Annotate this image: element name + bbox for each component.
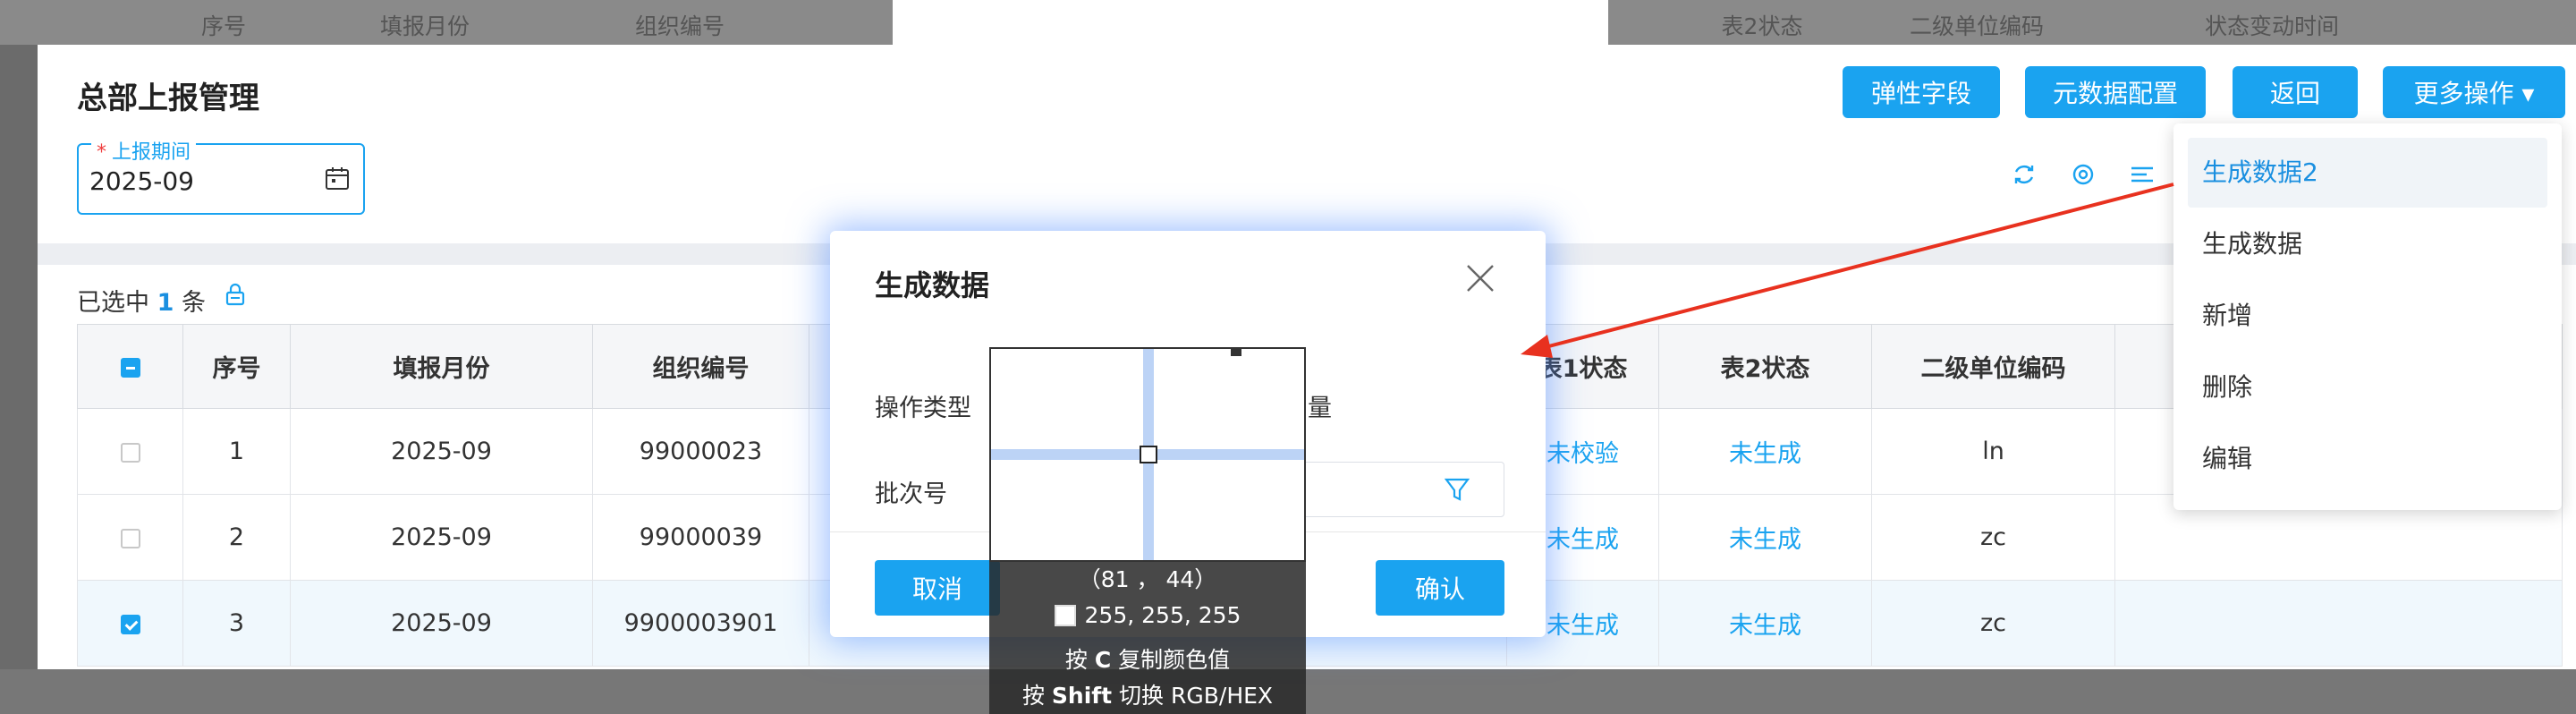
bg-white-block (893, 0, 1608, 45)
column-header[interactable]: 二级单位编码 (1871, 324, 2115, 409)
back-button[interactable]: 返回 (2233, 66, 2358, 118)
picker-hint-copy: 按 C 复制颜色值 (989, 642, 1306, 678)
bg-header-cell: 表2状态 (1721, 13, 1803, 39)
settings-icon[interactable] (2070, 161, 2097, 188)
close-icon[interactable] (1465, 263, 1496, 293)
menu-item-edit[interactable]: 编辑 (2188, 424, 2547, 494)
more-actions-dropdown: 生成数据2 生成数据 新增 删除 编辑 (2174, 123, 2562, 510)
cell-index: 1 (182, 408, 291, 495)
cell-org: 99000039 (592, 494, 809, 581)
page-title: 总部上报管理 (77, 81, 259, 116)
column-header[interactable]: 序号 (182, 324, 291, 409)
cell-unit-code: zc (1871, 494, 2115, 581)
required-mark: * (97, 141, 106, 164)
hint-text: 复制颜色值 (1111, 647, 1231, 673)
picker-hint-switch: 按 Shift 切换 RGB/HEX (989, 678, 1306, 714)
filter-settings-icon[interactable] (2129, 161, 2156, 188)
cell-unit-code: ln (1871, 408, 2115, 495)
cell-index: 3 (182, 580, 291, 667)
dialog-title: 生成数据 (875, 268, 990, 302)
cell-table2-status[interactable]: 未生成 (1658, 494, 1872, 581)
cell-empty (2114, 580, 2563, 667)
column-header[interactable]: 表2状态 (1658, 324, 1872, 409)
filter-icon[interactable] (1444, 476, 1470, 503)
menu-item-add[interactable]: 新增 (2188, 281, 2547, 351)
menu-item-generate-data-2[interactable]: 生成数据2 (2188, 138, 2547, 208)
metadata-config-button[interactable]: 元数据配置 (2025, 66, 2206, 118)
bg-header-cell: 状态变动时间 (2204, 13, 2339, 39)
cell-table2-status[interactable]: 未生成 (1658, 408, 1872, 495)
row-checkbox[interactable] (120, 614, 140, 634)
more-actions-button[interactable]: 更多操作 ▾ (2383, 66, 2565, 118)
selection-info: 已选中 1 条 (77, 283, 206, 318)
picker-rgb-row: 255, 255, 255 (989, 598, 1306, 633)
bg-header-cell: 序号 (200, 13, 246, 39)
cell-index: 2 (182, 494, 291, 581)
selection-count: 1 (157, 289, 174, 317)
picker-info-panel: （81 ， 44） 255, 255, 255 按 C 复制颜色值 按 Shif… (989, 562, 1306, 714)
period-value: 2025-09 (89, 166, 194, 196)
menu-item-delete[interactable]: 删除 (2188, 353, 2547, 422)
crosshair-center (1140, 446, 1157, 463)
hint-key: Shift (1051, 683, 1113, 709)
selection-prefix: 已选中 (77, 289, 157, 317)
cell-org: 9900003901 (592, 580, 809, 667)
cell-table2-status[interactable]: 未生成 (1658, 580, 1872, 667)
cell-month: 2025-09 (290, 494, 593, 581)
hint-text: 按 (1064, 647, 1095, 673)
bg-header-cell: 填报月份 (379, 13, 470, 39)
magnified-pixel (1231, 349, 1241, 356)
row-checkbox[interactable] (120, 528, 140, 548)
cell-unit-code: zc (1871, 580, 2115, 667)
cell-month: 2025-09 (290, 580, 593, 667)
column-header[interactable]: 组织编号 (592, 324, 809, 409)
column-header[interactable]: 填报月份 (290, 324, 593, 409)
picker-coords: （81 ， 44） (1078, 566, 1217, 592)
cell-org: 99000023 (592, 408, 809, 495)
operation-type-label: 操作类型 (875, 395, 971, 422)
color-swatch (1054, 605, 1076, 626)
period-label: * 上报期间 (91, 136, 197, 165)
cancel-button[interactable]: 取消 (875, 560, 1000, 616)
confirm-button[interactable]: 确认 (1376, 560, 1504, 616)
background-header-strip: 序号 填报月份 组织编号 表2状态 二级单位编码 状态变动时间 (0, 0, 2576, 45)
calendar-icon[interactable] (324, 165, 351, 191)
batch-label: 批次号 (875, 480, 947, 508)
selection-suffix: 条 (174, 289, 206, 317)
operation-type-value[interactable]: 量 (1308, 388, 1332, 423)
period-picker[interactable]: * 上报期间 2025-09 (77, 136, 365, 215)
select-all-checkbox[interactable] (120, 357, 140, 378)
magnifier-view (989, 347, 1306, 562)
menu-item-generate-data[interactable]: 生成数据 (2188, 209, 2547, 279)
cell-month: 2025-09 (290, 408, 593, 495)
hint-key: C (1094, 647, 1112, 673)
bg-header-cell: 组织编号 (634, 13, 724, 39)
hint-text: 切换 RGB/HEX (1112, 683, 1274, 709)
flex-fields-button[interactable]: 弹性字段 (1843, 66, 2000, 118)
hint-text: 按 (1021, 683, 1052, 709)
picker-rgb: 255, 255, 255 (1084, 602, 1241, 628)
bg-header-cell: 二级单位编码 (1909, 13, 2044, 39)
refresh-icon[interactable] (2011, 161, 2038, 188)
lock-icon[interactable] (222, 281, 249, 308)
color-picker-magnifier: （81 ， 44） 255, 255, 255 按 C 复制颜色值 按 Shif… (989, 347, 1306, 714)
row-checkbox[interactable] (120, 442, 140, 463)
period-label-text: 上报期间 (112, 141, 191, 164)
select-all-cell[interactable] (77, 324, 183, 409)
